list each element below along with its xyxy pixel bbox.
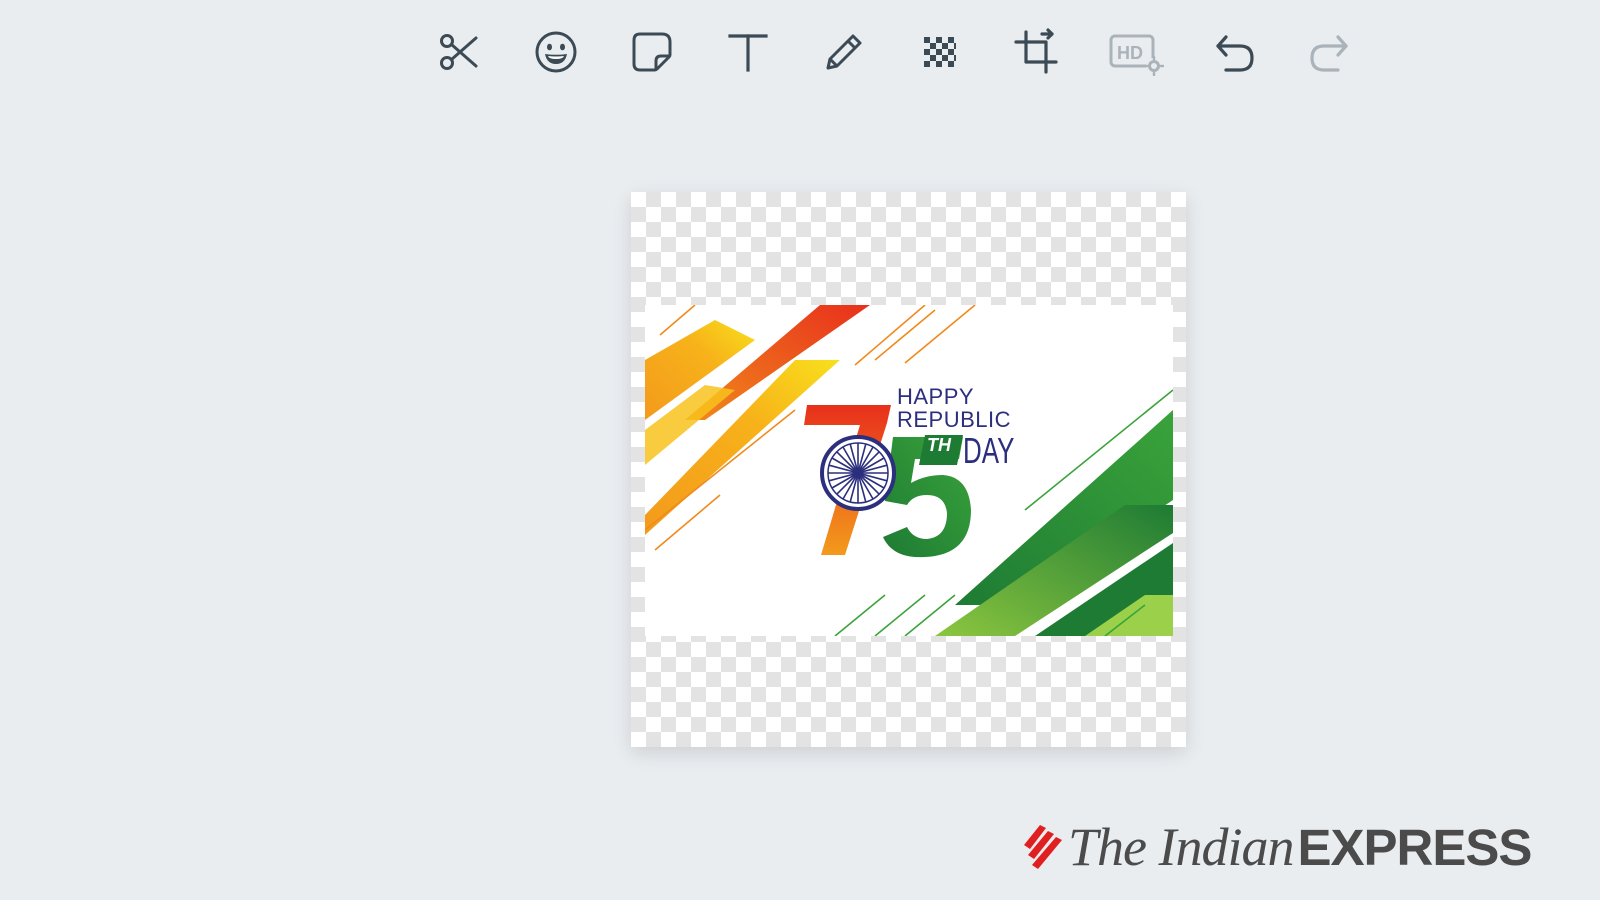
ordinal-suffix: TH: [927, 435, 951, 455]
scissors-icon: [440, 34, 478, 70]
hd-button[interactable]: HD: [1104, 22, 1168, 82]
undo-button[interactable]: [1204, 22, 1264, 82]
crop-button[interactable]: [1006, 22, 1066, 82]
emoji-button[interactable]: [526, 22, 586, 82]
cut-button[interactable]: [430, 22, 490, 82]
republic-day-artwork: [645, 305, 1173, 636]
redo-button[interactable]: [1300, 22, 1360, 82]
brand-name-part-1: The Indian: [1068, 817, 1294, 877]
brand-name-part-2: EXPRESS: [1297, 818, 1533, 876]
greeting-line-2: REPUBLIC: [897, 407, 1012, 432]
republic-day-image[interactable]: HAPPY REPUBLIC DAY TH: [645, 305, 1173, 636]
hd-settings-icon: HD: [1109, 34, 1164, 76]
pencil-icon: [826, 34, 862, 70]
greeting-day: DAY: [963, 430, 1015, 471]
text-button[interactable]: [718, 22, 778, 82]
greeting-line-1: HAPPY: [897, 384, 975, 409]
editor-canvas[interactable]: HAPPY REPUBLIC DAY TH: [631, 192, 1186, 747]
redo-icon: [1310, 35, 1348, 72]
hd-label: HD: [1117, 43, 1143, 63]
publisher-watermark: The Indian EXPRESS: [1022, 812, 1533, 882]
mosaic-icon: [924, 37, 956, 67]
undo-icon: [1216, 35, 1254, 72]
sticker-icon: [632, 32, 672, 72]
crop-icon: [1014, 28, 1058, 74]
text-icon: [728, 34, 768, 72]
emoji-icon: [535, 31, 577, 73]
draw-button[interactable]: [814, 22, 874, 82]
blur-button[interactable]: [910, 22, 970, 82]
sticker-button[interactable]: [622, 22, 682, 82]
greeting-text: HAPPY REPUBLIC DAY: [897, 384, 1014, 469]
indian-express-logo-icon: [1024, 825, 1062, 869]
